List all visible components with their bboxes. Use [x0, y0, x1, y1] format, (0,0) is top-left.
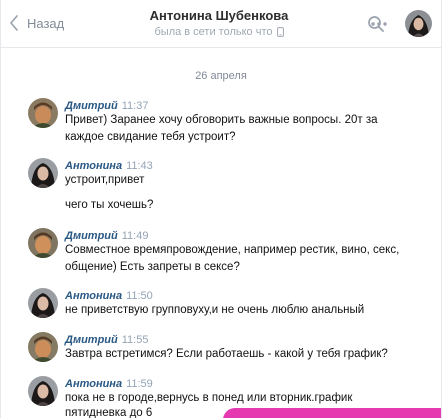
message-text: чего ты хочешь?	[65, 199, 154, 211]
message-time[interactable]: 11:49	[122, 230, 149, 242]
message-header: Дмитрий 11:49	[65, 229, 148, 243]
back-button[interactable]: Назад	[9, 13, 64, 33]
more-icon[interactable]	[369, 14, 389, 34]
author-avatar[interactable]	[28, 228, 58, 258]
author-name[interactable]: Дмитрий	[65, 230, 118, 242]
author-avatar[interactable]	[28, 288, 58, 318]
author-name[interactable]: Дмитрий	[65, 334, 118, 346]
contact-status: была в сети только что	[119, 24, 319, 40]
avatar-photo	[28, 98, 58, 128]
conversation-title[interactable]: Антонина Шубенкова была в сети только чт…	[119, 7, 319, 40]
author-name[interactable]: Антонина	[65, 160, 122, 172]
message-time[interactable]: 11:59	[126, 378, 153, 390]
avatar-photo	[28, 228, 58, 258]
message-text: пятидневка до 6	[65, 407, 153, 418]
message-time[interactable]: 11:37	[122, 100, 149, 112]
author-avatar[interactable]	[28, 98, 58, 128]
message-text: Совместное времяпровождение, например ре…	[65, 244, 400, 256]
message-text: каждое свидание тебя устроит?	[65, 131, 236, 143]
message-time[interactable]: 11:43	[126, 160, 153, 172]
message-header: Дмитрий 11:55	[65, 333, 148, 347]
chat-window: Назад Антонина Шубенкова была в сети тол…	[0, 0, 442, 418]
message-text: устроит,привет	[65, 174, 145, 186]
author-name[interactable]: Антонина	[65, 290, 122, 302]
back-label: Назад	[27, 15, 65, 31]
author-avatar[interactable]	[28, 332, 58, 362]
author-avatar[interactable]	[28, 158, 58, 188]
avatar-photo	[28, 332, 58, 362]
contact-name: Антонина Шубенкова	[149, 8, 289, 23]
message-text: общение) Есть запреты в сексе?	[65, 261, 240, 273]
contact-avatar[interactable]	[405, 10, 432, 37]
message-header: Антонина 11:59	[65, 377, 153, 391]
message-time[interactable]: 11:55	[122, 334, 149, 346]
message-text: Привет) Заранее хочу обговорить важные в…	[65, 114, 378, 126]
author-name[interactable]: Дмитрий	[65, 100, 118, 112]
message-time[interactable]: 11:50	[126, 290, 153, 302]
date-divider: 26 апреля	[195, 70, 247, 82]
status-text: была в сети только что	[154, 26, 273, 38]
message-text: не приветствую групповуху,и не очень люб…	[65, 304, 365, 316]
chat-header: Назад Антонина Шубенкова была в сети тол…	[1, 0, 441, 48]
chevron-left-icon	[10, 15, 18, 31]
author-avatar[interactable]	[28, 376, 58, 406]
message-header: Антонина 11:43	[65, 159, 153, 173]
message-header: Антонина 11:50	[65, 289, 153, 303]
avatar-photo	[405, 10, 432, 37]
avatar-photo	[28, 376, 58, 406]
phone-icon	[276, 27, 284, 37]
avatar-photo	[28, 158, 58, 188]
message-text: Завтра встретимся? Если работаешь - како…	[65, 348, 388, 360]
avatar-photo	[28, 288, 58, 318]
floating-action-bar[interactable]	[223, 408, 441, 418]
author-name[interactable]: Антонина	[65, 378, 122, 390]
message-header: Дмитрий 11:37	[65, 99, 148, 113]
